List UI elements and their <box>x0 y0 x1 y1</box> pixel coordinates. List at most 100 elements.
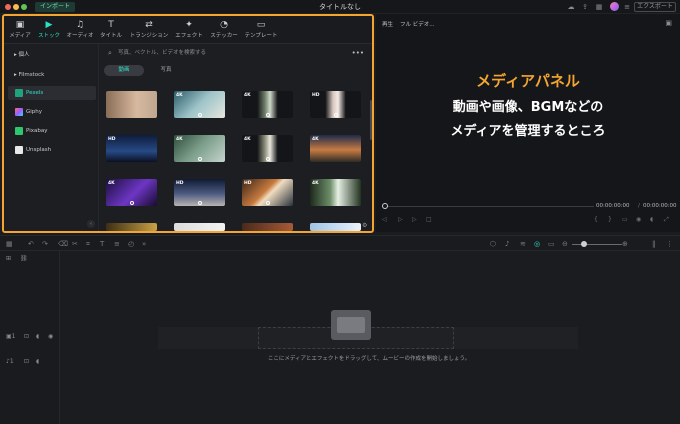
tab-media[interactable]: ▣ メディア <box>7 19 33 41</box>
add-track-icon[interactable]: ⊞ <box>6 255 11 262</box>
options-icon[interactable]: ⋮ <box>666 239 673 249</box>
resolution-badge: 4K <box>176 137 183 142</box>
zoom-window-button[interactable] <box>21 4 27 10</box>
link-icon[interactable]: ⛓ <box>20 255 28 262</box>
next-frame-icon[interactable]: ▷ <box>412 216 417 223</box>
stock-thumbnail[interactable]: 4K <box>174 135 225 162</box>
tab-sticker[interactable]: ◔ ステッカー <box>208 19 240 41</box>
sidebar-item-giphy[interactable]: Giphy <box>8 105 96 119</box>
eye-icon[interactable]: ◉ <box>48 333 53 340</box>
zoom-slider-handle[interactable] <box>581 241 587 247</box>
minimize-window-button[interactable] <box>13 4 19 10</box>
cloud-icon[interactable]: ☁ <box>567 3 575 11</box>
stop-icon[interactable]: □ <box>426 216 432 223</box>
settings-icon[interactable]: ⚙ <box>362 222 367 229</box>
stock-thumbnail[interactable]: HD <box>174 179 225 206</box>
close-window-button[interactable] <box>5 4 11 10</box>
marker-icon[interactable]: ▭ <box>548 239 555 249</box>
camera-icon[interactable]: ◉ <box>636 216 641 223</box>
volume-icon[interactable]: ◖ <box>650 216 653 223</box>
stock-thumbnail[interactable]: 4K <box>310 135 361 162</box>
grid-view-icon[interactable]: ‖ <box>652 239 656 249</box>
grid-icon[interactable]: ▦ <box>595 3 603 11</box>
tab-audio[interactable]: ♫ オーディオ <box>65 19 95 41</box>
stock-thumbnail[interactable]: HD <box>310 91 361 118</box>
text-tool-icon[interactable]: T <box>100 239 104 249</box>
sidebar-item-pixabay[interactable]: Pixabay <box>8 124 96 138</box>
audio-icon[interactable]: ≋ <box>520 239 526 249</box>
tab-effects[interactable]: ✦ エフェクト <box>173 19 205 41</box>
sidebar-item-label: 個人 <box>18 52 30 58</box>
tab-stock[interactable]: ▶ ストック <box>36 19 62 41</box>
upload-icon[interactable]: ⇪ <box>581 3 589 11</box>
segment-video[interactable]: 動画 <box>104 65 144 76</box>
display-icon[interactable]: ▭ <box>622 216 628 223</box>
stock-thumbnail[interactable]: 4K <box>242 135 293 162</box>
collapse-sidebar-button[interactable]: ‹ <box>87 220 95 228</box>
stock-thumbnail[interactable]: 4K <box>310 179 361 206</box>
delete-icon[interactable]: ⌫ <box>58 239 68 249</box>
menu-icon[interactable]: ≡ <box>623 3 631 11</box>
mark-in-icon[interactable]: { <box>594 216 598 223</box>
sidebar-item-label: Pexels <box>26 90 44 96</box>
stock-thumbnail[interactable]: 4K <box>106 179 157 206</box>
snap-icon[interactable]: ◎ <box>534 239 540 249</box>
sidebar-item-filmstock[interactable]: ▸ Filmstock <box>8 68 96 82</box>
download-icon[interactable] <box>197 157 202 161</box>
audio-toggle-icon[interactable]: ◖ <box>36 333 39 340</box>
layout-icon[interactable]: ▦ <box>6 239 13 249</box>
stock-thumbnail[interactable]: 4K <box>174 91 225 118</box>
stock-thumbnail[interactable] <box>106 91 157 118</box>
download-icon[interactable] <box>265 157 270 161</box>
redo-icon[interactable]: ↷ <box>42 239 48 249</box>
scrubber-handle[interactable] <box>382 203 388 209</box>
more-tools-icon[interactable]: » <box>142 239 146 249</box>
undo-icon[interactable]: ↶ <box>28 239 34 249</box>
speed-icon[interactable]: ◴ <box>128 239 134 249</box>
zoom-in-icon[interactable]: ⊕ <box>622 239 628 249</box>
download-icon[interactable] <box>265 201 270 205</box>
download-icon[interactable] <box>197 201 202 205</box>
search-input[interactable]: 写真、ベクトル、ビデオを検索する <box>118 48 206 58</box>
stock-thumbnail[interactable] <box>310 223 361 231</box>
stock-thumbnail[interactable]: HD <box>106 135 157 162</box>
fullscreen-icon[interactable]: ⤢ <box>664 216 669 224</box>
stock-thumbnail[interactable] <box>242 223 293 231</box>
snapshot-icon[interactable]: ▣ <box>665 19 672 27</box>
cut-icon[interactable]: ✂ <box>72 239 78 249</box>
mark-out-icon[interactable]: } <box>608 216 612 223</box>
download-icon[interactable] <box>333 113 338 117</box>
download-icon[interactable] <box>129 201 134 205</box>
quality-select[interactable]: フル ビデオ... <box>400 20 435 28</box>
download-icon[interactable] <box>265 113 270 117</box>
zoom-out-icon[interactable]: ⊖ <box>562 239 568 249</box>
lock-icon[interactable]: ⊡ <box>24 333 29 340</box>
stock-thumbnail[interactable] <box>174 223 225 231</box>
stock-thumbnail[interactable] <box>106 223 157 231</box>
microphone-icon[interactable]: ♪ <box>505 239 509 249</box>
play-icon[interactable]: ▷ <box>398 216 403 223</box>
timeline-ruler[interactable] <box>61 251 680 263</box>
export-button[interactable]: エクスポート <box>634 2 676 12</box>
zoom-slider[interactable] <box>572 244 622 245</box>
tab-transition[interactable]: ⇄ トランジション <box>127 19 171 41</box>
download-icon[interactable] <box>197 113 202 117</box>
previous-frame-icon[interactable]: ◁ <box>382 216 387 223</box>
segment-photo[interactable]: 写真 <box>146 65 186 76</box>
avatar[interactable] <box>610 2 619 11</box>
shield-icon[interactable]: ⬡ <box>490 239 496 249</box>
sidebar-item-pexels[interactable]: Pexels <box>8 86 96 100</box>
crop-icon[interactable]: ⌗ <box>86 239 90 249</box>
more-options-icon[interactable]: ••• <box>352 48 364 58</box>
tab-template[interactable]: ▭ テンプレート <box>242 19 280 41</box>
sidebar-item-unsplash[interactable]: Unsplash <box>8 143 96 157</box>
playback-scrubber[interactable] <box>384 206 594 207</box>
adjust-icon[interactable]: ≡ <box>114 239 120 249</box>
stock-thumbnail[interactable]: HD <box>242 179 293 206</box>
import-button[interactable]: インポート <box>35 2 76 12</box>
stock-thumbnail[interactable]: 4K <box>242 91 293 118</box>
sidebar-item-personal[interactable]: ▸ 個人 <box>8 48 96 62</box>
scrollbar[interactable] <box>370 100 372 140</box>
tab-title[interactable]: T タイトル <box>98 19 124 41</box>
search-bar[interactable]: ⌕ 写真、ベクトル、ビデオを検索する ••• <box>104 48 368 58</box>
